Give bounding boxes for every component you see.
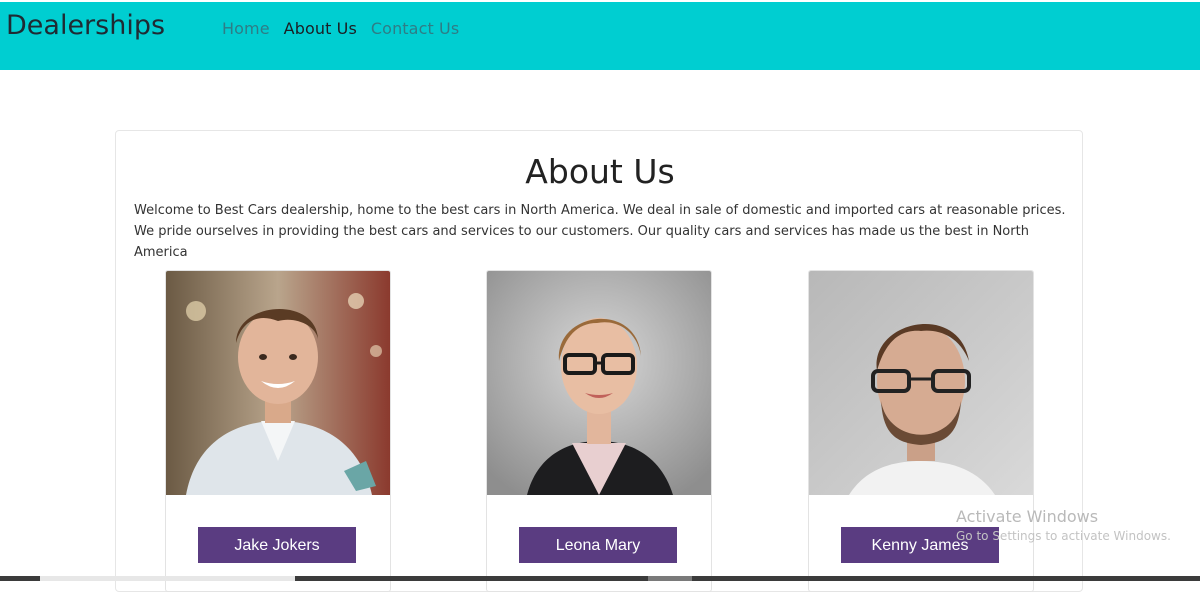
taskbar-search-box[interactable] xyxy=(40,576,295,581)
nav-about-link[interactable]: About Us xyxy=(284,18,357,40)
navbar: Dealerships Home About Us Contact Us xyxy=(0,2,1200,70)
person-photo-icon xyxy=(166,271,390,495)
intro-text: Welcome to Best Cars dealership, home to… xyxy=(134,203,1066,260)
member-name-button[interactable]: Leona Mary xyxy=(519,527,677,563)
person-photo-icon xyxy=(487,271,711,495)
team-member-card: Kenny James xyxy=(808,270,1034,592)
activate-windows-title: Activate Windows xyxy=(956,507,1099,526)
taskbar xyxy=(0,576,1200,581)
nav-links: Home About Us Contact Us xyxy=(222,18,473,40)
person-photo-icon xyxy=(809,271,1033,495)
page-title: About Us xyxy=(525,152,675,191)
nav-home-link[interactable]: Home xyxy=(222,18,270,40)
team-member-card: Jake Jokers xyxy=(165,270,391,592)
nav-contact-link[interactable]: Contact Us xyxy=(371,18,459,40)
taskbar-app-icon[interactable] xyxy=(648,576,692,581)
brand-logo[interactable]: Dealerships xyxy=(6,10,165,42)
activate-windows-subtitle: Go to Settings to activate Windows. xyxy=(956,529,1171,543)
member-name-button[interactable]: Jake Jokers xyxy=(198,527,356,563)
team-member-card: Leona Mary xyxy=(486,270,712,592)
